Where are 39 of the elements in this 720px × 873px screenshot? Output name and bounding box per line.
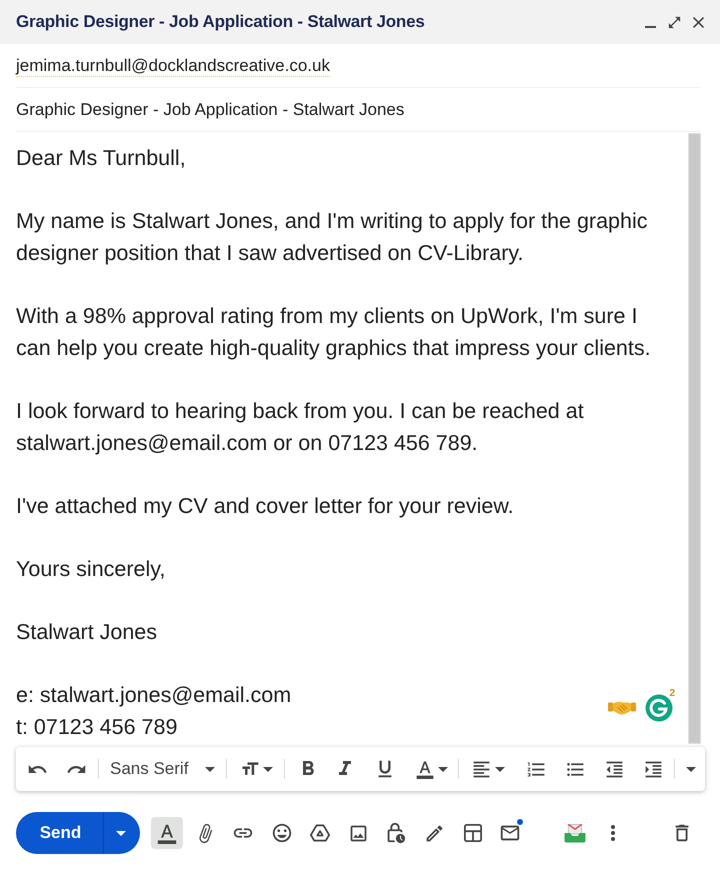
scrollbar[interactable] [688, 133, 701, 744]
caret-icon [116, 830, 126, 836]
pen-icon [424, 822, 444, 844]
letter-paragraph: Dear Ms Turnbull, [16, 145, 187, 172]
handshake-icon [608, 700, 636, 716]
window-title: Graphic Designer - Job Application - Stalwart Jones [16, 11, 426, 34]
letter-paragraph: I've attached my CV and cover letter for your review. [16, 493, 515, 520]
layout-icon [464, 824, 482, 842]
drive-icon [310, 824, 330, 842]
letter-paragraph: Stalwart Jones [16, 619, 158, 646]
caret-icon [262, 766, 272, 772]
indent-increase-icon [642, 758, 664, 780]
font-select[interactable]: Sans Serif [105, 753, 221, 785]
send-button[interactable]: Send [16, 812, 103, 854]
formatting-options-button[interactable] [151, 817, 183, 849]
recipient-chip[interactable]: jemima.turnbull@docklandscreative.co.uk [16, 54, 330, 76]
letter-paragraph: I look forward to hearing back from you. I can be reached at stalwart.jones@email.com or on 07123 456 789. [16, 398, 585, 457]
text-color-icon [414, 759, 434, 779]
caret-icon [438, 766, 448, 772]
letter-paragraph: With a 98% approval rating from my clients on UpWork, I'm sure I can help you create high-quality graphics that impress your clients. [16, 303, 652, 362]
mail-tray-icon [564, 824, 586, 842]
image-icon [348, 822, 368, 844]
text-format-icon [156, 822, 178, 844]
caret-icon [686, 766, 696, 772]
more-vertical-icon [611, 825, 615, 841]
minimize-icon [644, 26, 656, 28]
caret-icon [495, 766, 505, 772]
align-left-icon [471, 758, 492, 780]
notification-count: 2 [669, 688, 675, 699]
send-options-button[interactable] [103, 812, 140, 854]
signature-line: t: 07123 456 789 [16, 714, 178, 741]
signature-line: e: stalwart.jones@email.com [16, 682, 292, 709]
subject-field[interactable]: Graphic Designer - Job Application - Stalwart Jones [16, 96, 404, 122]
letter-paragraph: My name is Stalwart Jones, and I'm writing to apply for the graphic designer position that I saw advertised on CV-Library. [16, 208, 648, 267]
expand-icon [666, 14, 682, 30]
indent-decrease-icon [604, 758, 624, 780]
letter-paragraph: Yours sincerely, [16, 556, 166, 583]
caret-icon [205, 766, 215, 772]
smiley-icon [271, 822, 293, 844]
